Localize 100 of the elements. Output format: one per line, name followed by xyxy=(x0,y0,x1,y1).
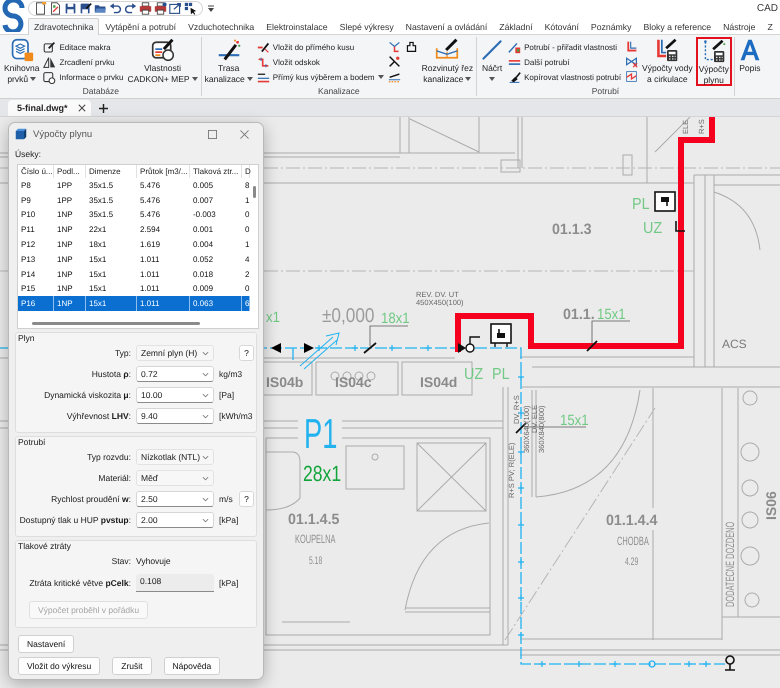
column-header[interactable]: Průtok [m3/... xyxy=(137,165,190,178)
ribbon-tab[interactable]: Slepé výkresy xyxy=(334,18,400,35)
ribbon-tab[interactable]: Zdravotechnika xyxy=(28,18,100,35)
table-row[interactable]: P14 1NP 15x1 1.011 0.018 2 xyxy=(18,266,250,282)
new-tab-icon[interactable] xyxy=(98,104,108,112)
table-cell-text: P13 xyxy=(20,254,36,266)
ribbon-tab[interactable]: Kótování xyxy=(538,18,585,35)
column-header[interactable]: Podl... xyxy=(54,165,86,178)
dropdown-field[interactable]: 10.00 xyxy=(136,387,214,403)
ribbon-button[interactable]: Výpočty plynu xyxy=(696,37,732,86)
settings-button[interactable]: Nastavení xyxy=(18,635,74,653)
table-cell-text: 2.594 xyxy=(139,224,162,236)
ribbon-tab[interactable]: Vzduchotechnika xyxy=(182,18,260,35)
ribbon-button[interactable]: Popis xyxy=(736,37,763,86)
dropdown-field[interactable]: 2.50 xyxy=(136,491,214,507)
outlet-icon[interactable] xyxy=(404,40,418,53)
brush-icon xyxy=(508,70,522,84)
table-cell-text: 0.052 xyxy=(192,254,214,266)
table-cell-text: P15 xyxy=(20,283,36,296)
table-row[interactable]: P10 1NP 35x1.5 5.476 -0.003 0 xyxy=(18,208,250,222)
ribbon-tab[interactable]: Vytápění a potrubí xyxy=(99,18,182,35)
table-cell-text: 0 xyxy=(244,224,250,236)
field-label: Typ rozvdu: xyxy=(87,452,131,462)
ribbon-tab[interactable]: Nástroje xyxy=(717,18,762,35)
plot-icon[interactable] xyxy=(154,2,167,15)
column-header[interactable]: Číslo ú... xyxy=(18,165,54,178)
dropdown-field[interactable]: Nízkotlak (NTL) xyxy=(136,449,214,465)
ribbon-button[interactable]: Informace o prvku xyxy=(42,70,124,84)
ribbon-button[interactable]: Náčrt xyxy=(479,37,506,86)
dropdown-field[interactable]: 9.40 xyxy=(136,408,214,424)
ribbon-button[interactable]: Kopírovat vlastnosti potrubí xyxy=(507,70,622,84)
dropdown-field[interactable]: 0.72 xyxy=(136,366,214,382)
dropdown-field[interactable]: Zemní plyn (H) xyxy=(136,345,214,361)
pipe-break-icon[interactable] xyxy=(625,70,638,83)
dropdown-field[interactable]: 2.00 xyxy=(136,512,214,528)
line-sketch-icon xyxy=(480,38,504,62)
save-as-icon[interactable] xyxy=(79,2,92,15)
bowtie-valve-icon[interactable] xyxy=(625,55,638,68)
table-row[interactable]: P16 1NP 15x1 1.011 0.063 6 xyxy=(18,296,250,312)
help-button[interactable]: ? xyxy=(239,491,254,507)
ribbon-button[interactable]: Editace makra xyxy=(42,40,124,54)
elbow-icon[interactable] xyxy=(625,40,638,53)
pipe-size-label: 15x1 xyxy=(597,305,626,322)
ribbon-button[interactable]: Rozvinutý řez kanalizace xyxy=(420,37,474,86)
leader-line xyxy=(524,426,586,428)
ribbon-tab[interactable]: Z xyxy=(761,18,779,35)
ribbon-button[interactable]: Vlastnosti CADKON+ MEP xyxy=(126,37,199,86)
ribbon-tab[interactable]: Základní xyxy=(493,18,539,35)
ribbon-button[interactable]: Potrubí - přiřadit vlastnosti xyxy=(507,40,622,54)
ribbon-button[interactable]: Výpočty vody a cirkulace xyxy=(641,37,694,86)
column-header[interactable]: D xyxy=(242,165,250,178)
save-icon[interactable] xyxy=(64,2,77,15)
unit-label: [Pa] xyxy=(219,390,234,400)
redo-icon[interactable] xyxy=(124,2,137,15)
ribbon-button[interactable]: Přímý kus výběrem a bodem xyxy=(256,70,385,84)
scrollbar-thumb[interactable] xyxy=(252,186,256,198)
table-row[interactable]: P11 1NP 22x1 2.594 0.001 0 xyxy=(18,222,250,238)
dropdown-field[interactable]: Měď xyxy=(136,470,214,486)
pipe-size-label: 15x1 xyxy=(560,411,589,428)
table-row[interactable]: P15 1NP 15x1 1.011 0.009 0 xyxy=(18,282,250,296)
ribbon-button[interactable]: Vložit odskok xyxy=(256,55,385,69)
new-file-icon[interactable] xyxy=(34,2,47,15)
maximize-icon xyxy=(208,130,216,138)
table-row[interactable]: P9 1PP 35x1.5 5.476 0.007 1 xyxy=(18,192,250,208)
branch-icon[interactable] xyxy=(388,55,401,68)
undo-icon[interactable] xyxy=(109,2,122,15)
table-row[interactable]: P13 1NP 15x1 1.011 0.052 4 xyxy=(18,252,250,267)
room-name: CHODBA xyxy=(617,535,649,549)
dialog-button[interactable]: Vložit do výkresu xyxy=(18,657,100,675)
help-button[interactable]: ? xyxy=(239,345,254,361)
close-icon[interactable] xyxy=(78,104,86,112)
ribbon-tab[interactable]: Nastavení a ovládání xyxy=(400,18,494,35)
pipe-size-label: x1 xyxy=(266,308,280,326)
ribbon-button[interactable]: Knihovna prvků xyxy=(3,37,40,86)
ribbon-tab[interactable]: Elektroinstalace xyxy=(260,18,334,35)
table-cell-text: P9 xyxy=(20,194,32,207)
customize-icon[interactable] xyxy=(207,4,215,12)
table-row[interactable]: P12 1NP 18x1 1.619 0.004 1 xyxy=(18,237,250,252)
share-icon[interactable] xyxy=(169,2,182,15)
cleanout-icon[interactable] xyxy=(388,40,401,53)
dialog-button[interactable]: Zrušit xyxy=(112,657,152,675)
new-template-icon[interactable] xyxy=(49,2,62,15)
column-header[interactable]: Dimenze xyxy=(86,165,137,178)
shaft-tag: IS04b xyxy=(266,374,304,390)
ribbon-button[interactable]: Trasa kanalizace xyxy=(204,37,254,86)
ribbon-tab[interactable]: Bloky a reference xyxy=(637,18,718,35)
ribbon-button[interactable]: Další potrubí xyxy=(507,55,622,69)
ribbon-button[interactable]: Zrcadlení prvku xyxy=(42,55,124,69)
ribbon-button[interactable]: Vložit do přímého kusu xyxy=(256,40,385,54)
document-tab[interactable]: 5-final.dwg* xyxy=(8,100,91,116)
select-icon[interactable] xyxy=(184,2,197,15)
table-cell-text: 1NP xyxy=(56,224,74,236)
column-header[interactable]: Tlaková ztr... xyxy=(190,165,242,178)
printer-icon[interactable] xyxy=(139,2,152,15)
dialog-button[interactable]: Nápověda xyxy=(164,657,220,675)
table-row[interactable]: P8 1PP 35x1.5 5.476 0.005 8 xyxy=(18,178,250,193)
chevron-down-icon xyxy=(202,392,209,398)
chevron-down-icon xyxy=(202,496,209,502)
ribbon-tab[interactable]: Poznámky xyxy=(584,18,638,35)
scrollbar-thumb[interactable] xyxy=(32,322,200,325)
